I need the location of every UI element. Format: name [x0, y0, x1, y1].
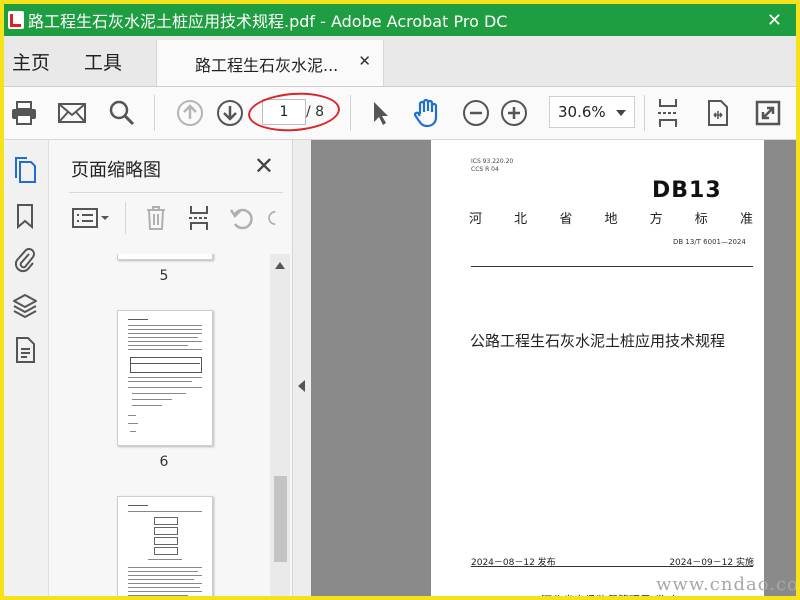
zoom-in-button[interactable]: [498, 97, 530, 129]
home-menu[interactable]: 主页: [12, 48, 50, 75]
thumbnail-list: 5 6: [69, 254, 269, 596]
chevron-down-icon: [616, 110, 626, 116]
thumbnail-page-number: 5: [159, 268, 169, 284]
next-page-button[interactable]: [214, 97, 246, 129]
tab-bar: 主页 工具 路工程生石灰水泥... ✕: [4, 36, 796, 87]
page-scroll-icon: [658, 99, 678, 127]
arrow-up-circle-icon: [177, 100, 203, 126]
ics-code: ICS 93.220.20: [471, 158, 514, 165]
toolbar-separator: [644, 95, 645, 131]
document-properties-nav-button[interactable]: [12, 336, 38, 364]
ccs-code: CCS R 04: [471, 166, 499, 173]
acrobat-app-icon: [8, 11, 24, 29]
page-thumbnails-panel: 页面缩略图 ✕ 5 6: [49, 140, 293, 596]
zoom-dropdown[interactable]: 30.6%: [549, 96, 635, 128]
paperclip-icon: [14, 248, 35, 273]
standard-number: DB 13/T 6001—2024: [673, 238, 746, 246]
print-button[interactable]: [8, 97, 40, 129]
full-screen-button[interactable]: [752, 97, 784, 129]
search-button[interactable]: [106, 97, 138, 129]
collapse-left-icon[interactable]: [298, 380, 305, 392]
document-tab-label: 路工程生石灰水泥...: [195, 56, 339, 75]
trash-icon: [147, 206, 165, 230]
page-rotate-icon: [708, 100, 728, 126]
expand-icon: [755, 100, 781, 126]
insert-pages-button[interactable]: [187, 204, 211, 232]
heading-char: 标: [694, 212, 708, 227]
window-close-button[interactable]: ✕: [767, 10, 782, 31]
panel-close-button[interactable]: ✕: [254, 152, 274, 180]
tools-menu[interactable]: 工具: [84, 48, 122, 75]
rotate-clockwise-button[interactable]: [267, 204, 285, 232]
search-icon: [109, 100, 135, 126]
window-titlebar: 路工程生石灰水泥土桩应用技术规程.pdf - Adobe Acrobat Pro…: [4, 4, 796, 36]
document-tab-close-button[interactable]: ✕: [358, 52, 371, 70]
thumbnail-page-number: 6: [159, 454, 169, 470]
page-thumbnails-nav-button[interactable]: [12, 156, 38, 184]
document-tab[interactable]: 路工程生石灰水泥... ✕: [156, 40, 384, 86]
panel-separator: [125, 202, 126, 234]
toolbar-separator: [350, 95, 351, 131]
province-standard-heading: 河 北 省 地 方 标 准: [469, 208, 753, 227]
attachments-nav-button[interactable]: [12, 246, 38, 274]
arrow-down-circle-icon: [217, 100, 243, 126]
cursor-arrow-icon: [374, 102, 388, 125]
page-thumbnail[interactable]: [117, 496, 213, 596]
rotate-counterclockwise-button[interactable]: [229, 204, 255, 232]
zoom-out-button[interactable]: [460, 97, 492, 129]
document-title: 公路工程生石灰水泥土桩应用技术规程: [469, 332, 725, 350]
heading-char: 方: [649, 212, 663, 227]
bookmark-icon: [17, 204, 33, 229]
rotate-right-icon: [268, 210, 276, 226]
thumbnail-scrollbar[interactable]: [270, 254, 290, 596]
bookmarks-nav-button[interactable]: [12, 202, 38, 230]
email-button[interactable]: [56, 97, 88, 129]
header-rule: [471, 266, 753, 267]
site-watermark: www.cndao.co: [656, 574, 799, 595]
rotate-left-icon: [229, 208, 253, 230]
layers-nav-button[interactable]: [12, 292, 38, 320]
panel-title: 页面缩略图: [71, 160, 161, 181]
printer-icon: [12, 101, 36, 125]
panel-collapse-strip[interactable]: [293, 140, 311, 596]
thumbnail-options-button[interactable]: [71, 204, 111, 232]
scrollbar-thumb[interactable]: [274, 476, 287, 562]
document-icon: [16, 337, 35, 363]
hand-tool-button[interactable]: [410, 97, 442, 129]
previous-page-button[interactable]: [174, 97, 206, 129]
hand-icon: [413, 98, 438, 128]
heading-char: 准: [739, 212, 753, 227]
insert-page-icon: [189, 206, 209, 230]
rotate-view-button[interactable]: [702, 97, 734, 129]
standard-code: DB13: [652, 178, 722, 203]
scroll-up-arrow-icon[interactable]: [275, 262, 285, 269]
heading-char: 省: [559, 212, 573, 227]
annotation-circle: [246, 89, 342, 135]
panel-divider: [69, 192, 283, 193]
layers-icon: [13, 294, 37, 318]
envelope-icon: [58, 103, 86, 123]
delete-pages-button[interactable]: [145, 204, 167, 232]
screenshot-frame: 路工程生石灰水泥土桩应用技术规程.pdf - Adobe Acrobat Pro…: [0, 0, 800, 600]
heading-char: 地: [604, 212, 618, 227]
window-title: 路工程生石灰水泥土桩应用技术规程.pdf - Adobe Acrobat Pro…: [28, 12, 508, 31]
heading-char: 河: [469, 212, 483, 227]
select-tool-button[interactable]: [364, 97, 396, 129]
footer-rule: [471, 566, 753, 567]
main-toolbar: 1 / 8 30.6%: [4, 87, 796, 140]
zoom-value: 30.6%: [558, 103, 606, 121]
scroll-mode-button[interactable]: [652, 97, 684, 129]
heading-char: 北: [514, 212, 528, 227]
page-thumbnail[interactable]: [117, 254, 213, 260]
pdf-page: ICS 93.220.20 CCS R 04 DB13 河 北 省 地 方 标 …: [431, 140, 764, 596]
navigation-rail: [4, 140, 49, 596]
document-view[interactable]: ICS 93.220.20 CCS R 04 DB13 河 北 省 地 方 标 …: [311, 140, 796, 596]
plus-circle-icon: [501, 100, 527, 126]
page-thumbnail[interactable]: [117, 310, 213, 446]
list-options-icon: [72, 208, 109, 228]
pages-icon: [15, 157, 36, 183]
minus-circle-icon: [463, 100, 489, 126]
toolbar-separator: [154, 95, 155, 131]
